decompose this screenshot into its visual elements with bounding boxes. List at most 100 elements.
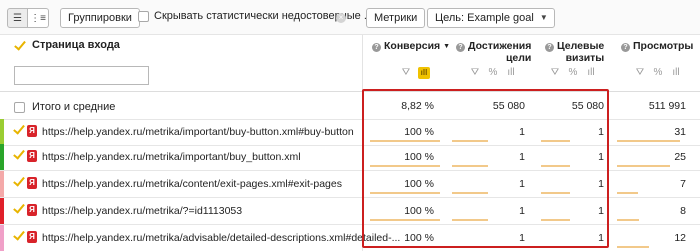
metric-header-achievements[interactable]: ? Достижения цели — [456, 40, 531, 64]
report-toolbar: ☰ ⋮≡ Группировки Скрывать статистически … — [0, 0, 700, 35]
totals-goal-visits: 55 080 — [571, 100, 604, 112]
filter-icon[interactable]: ⛛ — [549, 67, 561, 79]
help-icon[interactable]: ? — [456, 43, 465, 52]
totals-label[interactable]: Итого и средние — [14, 101, 115, 113]
cell-achievements: 1 — [519, 151, 525, 163]
metrics-button[interactable]: Метрики — [366, 8, 426, 28]
column-divider — [362, 171, 363, 197]
series-color-marker — [0, 119, 4, 145]
help-icon[interactable]: ? — [372, 43, 381, 52]
value-bar-goal-visits — [541, 192, 599, 194]
row-checkbox[interactable] — [13, 203, 24, 214]
value-bar-achievements — [452, 219, 524, 221]
chart-icon[interactable]: ıll — [505, 67, 517, 79]
table-header: Страница входа ? Конверсия ▼ ? Достижения ц… — [0, 35, 700, 92]
cell-conversion: 100 % — [404, 205, 434, 217]
value-bar-fill — [370, 246, 440, 248]
entry-page-url[interactable]: https://help.yandex.ru/metrika/important… — [42, 151, 301, 163]
cell-pageviews: 25 — [674, 151, 686, 163]
filter-icon[interactable]: ⛛ — [634, 67, 646, 79]
entry-page-url[interactable]: https://help.yandex.ru/metrika/important… — [42, 126, 354, 138]
value-bar-pageviews — [617, 192, 687, 194]
metric-header-conversion[interactable]: ? Конверсия ▼ — [372, 40, 450, 53]
value-bar-conversion — [370, 165, 440, 167]
series-color-marker — [0, 198, 4, 224]
cell-pageviews: 12 — [674, 232, 686, 244]
cell-goal-visits: 1 — [598, 205, 604, 217]
groupings-button[interactable]: Группировки — [60, 8, 140, 28]
row-checkbox[interactable] — [13, 176, 24, 187]
dimension-filter-input[interactable] — [14, 66, 149, 85]
value-bar-fill — [541, 192, 570, 194]
series-color-marker — [0, 171, 4, 197]
metric-header-pageviews[interactable]: ? Просмотры — [621, 40, 693, 52]
entry-page-url[interactable]: https://help.yandex.ru/metrika/content/e… — [42, 178, 342, 190]
cell-conversion: 100 % — [404, 126, 434, 138]
cell-achievements: 1 — [519, 232, 525, 244]
checkbox-box[interactable] — [138, 10, 149, 22]
table-row[interactable]: Я https://help.yandex.ru/metrika/importa… — [0, 119, 700, 146]
clear-icon[interactable]: × — [336, 13, 346, 23]
cell-goal-visits: 1 — [598, 232, 604, 244]
filter-icon[interactable]: ⛛ — [400, 67, 412, 79]
row-checkbox[interactable] — [13, 124, 24, 135]
chevron-down-icon: ▼ — [539, 13, 548, 22]
cell-pageviews: 7 — [680, 178, 686, 190]
value-bar-fill — [370, 165, 440, 167]
column-divider — [362, 144, 363, 170]
dimension-title: Страница входа — [32, 39, 120, 51]
entry-page-url[interactable]: https://help.yandex.ru/metrika/advisable… — [42, 232, 400, 244]
value-bar-pageviews — [617, 219, 687, 221]
list-view-icon[interactable]: ☰ — [7, 8, 28, 28]
cell-conversion: 100 % — [404, 151, 434, 163]
totals-row: Итого и средние 8,82 % 55 080 55 080 511… — [0, 93, 700, 120]
percent-icon[interactable]: % — [652, 67, 664, 79]
percent-icon[interactable]: % — [567, 67, 579, 79]
row-checkbox[interactable] — [13, 149, 24, 160]
percent-icon[interactable]: % — [487, 67, 499, 79]
value-bar-pageviews — [617, 246, 687, 248]
chart-icon[interactable]: ıll — [585, 67, 597, 79]
sort-desc-icon: ▼ — [443, 43, 451, 50]
cell-conversion: 100 % — [404, 178, 434, 190]
series-color-marker — [0, 144, 4, 170]
table-row[interactable]: Я https://help.yandex.ru/metrika/content… — [0, 171, 700, 198]
value-bar-fill — [541, 140, 570, 142]
help-icon[interactable]: ? — [621, 43, 630, 52]
row-checkbox[interactable] — [13, 230, 24, 241]
help-icon[interactable]: ? — [545, 43, 554, 52]
entry-page-url[interactable]: https://help.yandex.ru/metrika/?=id11130… — [42, 205, 242, 217]
value-bar-fill — [452, 165, 488, 167]
chart-icon[interactable]: ıll — [418, 67, 430, 79]
column-divider — [362, 35, 363, 92]
table-row[interactable]: Я https://help.yandex.ru/metrika/importa… — [0, 144, 700, 171]
value-bar-fill — [541, 246, 570, 248]
series-color-marker — [0, 225, 4, 251]
tree-view-icon[interactable]: ⋮≡ — [28, 8, 49, 28]
value-bar-fill — [452, 219, 488, 221]
metric-header-goal-visits[interactable]: ? Целевые визиты — [545, 40, 604, 64]
totals-checkbox[interactable] — [14, 101, 25, 113]
value-bar-fill — [452, 140, 488, 142]
yandex-page-icon: Я — [27, 177, 37, 189]
value-bar-achievements — [452, 246, 524, 248]
table-row[interactable]: Я https://help.yandex.ru/metrika/advisab… — [0, 225, 700, 251]
cell-pageviews: 31 — [674, 126, 686, 138]
value-bar-goal-visits — [541, 219, 599, 221]
column-divider — [362, 198, 363, 224]
view-mode-toggle: ☰ ⋮≡ — [7, 8, 49, 28]
value-bar-achievements — [452, 140, 524, 142]
value-bar-fill — [370, 140, 440, 142]
column-divider — [362, 119, 363, 145]
goal-select[interactable]: Цель: Example goal ▼ — [427, 8, 555, 28]
dimension-header[interactable]: Страница входа — [14, 39, 120, 51]
table-row[interactable]: Я https://help.yandex.ru/metrika/?=id111… — [0, 198, 700, 225]
goal-select-label: Цель: Example goal — [435, 12, 534, 24]
totals-conversion: 8,82 % — [401, 100, 434, 112]
chart-icon[interactable]: ıll — [670, 67, 682, 79]
value-bar-pageviews — [617, 165, 687, 167]
achievements-controls: ⛛ % ıll — [469, 67, 517, 79]
value-bar-fill — [617, 219, 639, 221]
value-bar-fill — [617, 140, 680, 142]
filter-icon[interactable]: ⛛ — [469, 67, 481, 79]
